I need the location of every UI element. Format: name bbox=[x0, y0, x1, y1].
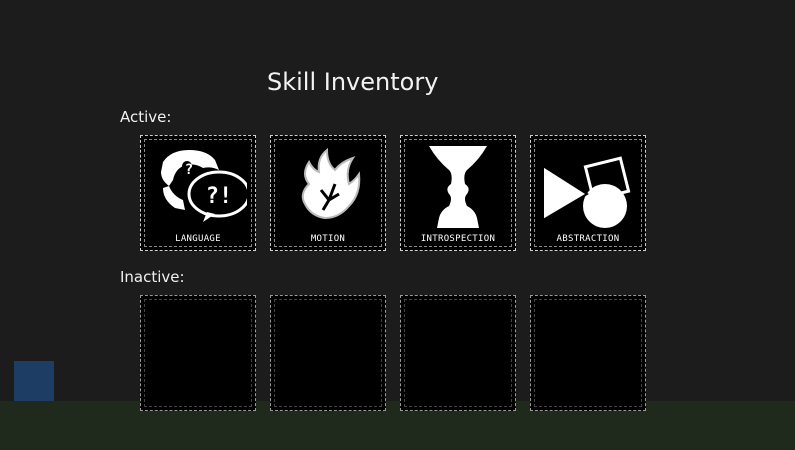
inactive-section-label: Inactive: bbox=[120, 268, 185, 286]
inactive-slot-1[interactable] bbox=[140, 295, 256, 411]
inactive-slot-4[interactable] bbox=[530, 295, 646, 411]
ground-strip bbox=[0, 401, 795, 450]
player-block bbox=[14, 361, 54, 401]
active-slot-abstraction[interactable]: ABSTRACTION bbox=[530, 135, 646, 251]
language-icon: ?! ? bbox=[161, 150, 247, 222]
game-screen: Skill Inventory Active: ?! ? LANGUAGE MO… bbox=[0, 0, 795, 450]
inventory-title: Skill Inventory bbox=[267, 68, 439, 96]
skill-caption: ABSTRACTION bbox=[556, 234, 620, 244]
inactive-slot-2[interactable] bbox=[270, 295, 386, 411]
inactive-slot-3[interactable] bbox=[400, 295, 516, 411]
active-slot-motion[interactable]: MOTION bbox=[270, 135, 386, 251]
skill-caption: MOTION bbox=[310, 234, 346, 244]
active-section-label: Active: bbox=[120, 108, 172, 126]
svg-text:?: ? bbox=[185, 162, 193, 178]
svg-text:?!: ?! bbox=[206, 184, 233, 209]
skill-caption: INTROSPECTION bbox=[420, 234, 496, 244]
active-slot-language[interactable]: ?! ? LANGUAGE bbox=[140, 135, 256, 251]
abstraction-icon bbox=[542, 156, 631, 228]
introspection-icon bbox=[429, 146, 487, 228]
active-slot-introspection[interactable]: INTROSPECTION bbox=[400, 135, 516, 251]
skill-caption: LANGUAGE bbox=[175, 234, 221, 244]
motion-icon bbox=[301, 147, 361, 220]
